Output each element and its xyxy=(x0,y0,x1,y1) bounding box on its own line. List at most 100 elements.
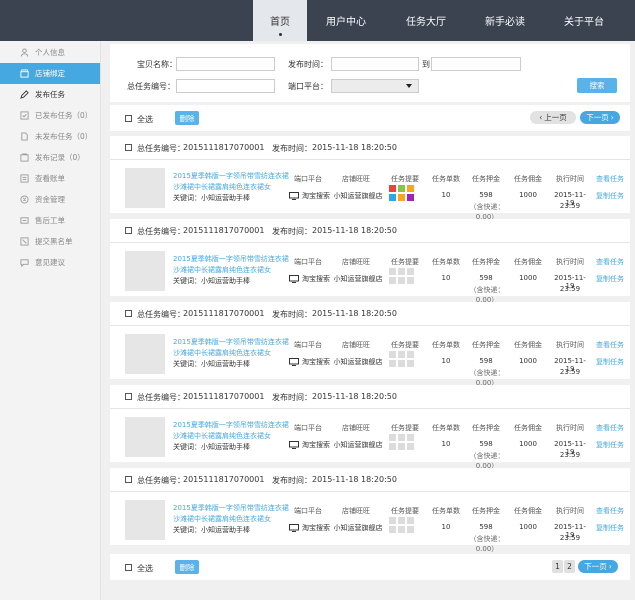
sidebar-item-feedback[interactable]: 意见建议 xyxy=(0,252,100,273)
task-checkbox[interactable] xyxy=(125,227,132,234)
col-summary-label: 任务提要 xyxy=(391,424,419,432)
store-icon xyxy=(19,69,29,78)
col-count-label: 任务单数 xyxy=(432,424,460,432)
item-name-input[interactable] xyxy=(176,57,275,71)
task-checkbox[interactable] xyxy=(125,144,132,151)
nav-about[interactable]: 关于平台 xyxy=(543,0,625,41)
to-label: 到 xyxy=(422,60,430,69)
task-summary-tags xyxy=(389,268,414,285)
sidebar: 个人信息 店铺绑定 发布任务 已发布任务（0） 未发布任务（0） 发布记录（0）… xyxy=(0,41,101,600)
col-exec-time-label: 执行时间 xyxy=(556,341,584,349)
view-task-link[interactable]: 查看任务 xyxy=(596,506,624,516)
product-thumbnail[interactable] xyxy=(125,251,165,291)
page-2-button[interactable]: 2 xyxy=(564,560,575,573)
product-title-link[interactable]: 2015夏季韩版一字领吊带雪纺连衣裙沙滩裙中长裙露肩纯色连衣裙女 xyxy=(173,171,291,193)
port-cell: 淘宝搜索 xyxy=(289,274,330,284)
sidebar-item-blacklist[interactable]: 提交黑名单 xyxy=(0,231,100,252)
task-checkbox[interactable] xyxy=(125,393,132,400)
next-page-button[interactable]: 下一页 › xyxy=(580,111,620,124)
product-title-link[interactable]: 2015夏季韩版一字领吊带雪纺连衣裙沙滩裙中长裙露肩纯色连衣裙女 xyxy=(173,254,291,276)
next-page-label: 下一页 xyxy=(584,562,607,571)
prev-page-label: 上一页 xyxy=(544,113,567,122)
task-summary-tag-icon xyxy=(407,194,414,201)
main-nav: 首页 用户中心 任务大厅 新手必读 关于平台 xyxy=(253,0,625,41)
nav-task-hall[interactable]: 任务大厅 xyxy=(385,0,467,41)
task-no-label: 总任务编号： xyxy=(137,476,185,485)
task-no-value: 2015111817070001 xyxy=(183,475,265,484)
col-count-label: 任务单数 xyxy=(432,341,460,349)
port-label: 端口平台： xyxy=(288,82,328,91)
product-thumbnail[interactable] xyxy=(125,168,165,208)
select-all-checkbox-bottom[interactable] xyxy=(125,564,132,571)
col-count-label: 任务单数 xyxy=(432,507,460,515)
shop-value: 小知运营旗舰店 xyxy=(333,524,383,532)
col-port-label: 端口平台 xyxy=(294,258,322,266)
col-commission-label: 任务佣金 xyxy=(514,424,542,432)
select-all-checkbox[interactable] xyxy=(125,115,132,122)
copy-task-link[interactable]: 复制任务 xyxy=(596,523,624,533)
task-summary-tag-icon xyxy=(389,351,396,358)
task-summary-tags xyxy=(389,517,414,534)
sidebar-item-bills[interactable]: 查看账单 xyxy=(0,168,100,189)
nav-home[interactable]: 首页 xyxy=(253,0,307,41)
col-shop-label: 店铺旺旺 xyxy=(342,258,370,266)
search-button[interactable]: 搜索 xyxy=(577,78,617,93)
task-no-label: 总任务编号： xyxy=(137,310,185,319)
port-cell: 淘宝搜索 xyxy=(289,357,330,367)
task-summary-tags xyxy=(389,434,414,451)
port-select[interactable] xyxy=(331,79,419,93)
task-summary-tag-icon xyxy=(398,194,405,201)
count-value: 10 xyxy=(441,523,451,531)
view-task-link[interactable]: 查看任务 xyxy=(596,423,624,433)
task-summary-tag-icon xyxy=(398,185,405,192)
copy-task-link[interactable]: 复制任务 xyxy=(596,357,624,367)
product-thumbnail[interactable] xyxy=(125,334,165,374)
copy-task-link[interactable]: 复制任务 xyxy=(596,274,624,284)
sidebar-item-aftersale[interactable]: 售后工单 xyxy=(0,210,100,231)
task-summary-tag-icon xyxy=(389,517,396,524)
copy-task-link[interactable]: 复制任务 xyxy=(596,440,624,450)
view-task-link[interactable]: 查看任务 xyxy=(596,340,624,350)
chevron-down-icon xyxy=(406,84,412,88)
view-task-link[interactable]: 查看任务 xyxy=(596,257,624,267)
col-count-label: 任务单数 xyxy=(432,175,460,183)
delete-button[interactable]: 删除 xyxy=(175,111,199,125)
product-title-link[interactable]: 2015夏季韩版一字领吊带雪纺连衣裙沙滩裙中长裙露肩纯色连衣裙女 xyxy=(173,503,291,525)
next-page-button-bottom[interactable]: 下一页 › xyxy=(578,560,618,573)
sidebar-item-publish-task[interactable]: 发布任务 xyxy=(0,84,100,105)
copy-task-link[interactable]: 复制任务 xyxy=(596,191,624,201)
publish-time-start-input[interactable] xyxy=(331,57,419,71)
product-thumbnail[interactable] xyxy=(125,417,165,457)
sidebar-item-store-binding[interactable]: 店铺绑定 xyxy=(0,63,100,84)
task-card-header: 总任务编号： 2015111817070001 发布时间： 2015-11-18 18… xyxy=(110,385,630,409)
sidebar-item-published[interactable]: 已发布任务（0） xyxy=(0,105,100,126)
task-checkbox[interactable] xyxy=(125,310,132,317)
nav-user-center[interactable]: 用户中心 xyxy=(307,0,385,41)
port-cell: 淘宝搜索 xyxy=(289,440,330,450)
page-1-button[interactable]: 1 xyxy=(552,560,563,573)
delete-button-bottom[interactable]: 删除 xyxy=(175,560,199,574)
product-title-link[interactable]: 2015夏季韩版一字领吊带雪纺连衣裙沙滩裙中长裙露肩纯色连衣裙女 xyxy=(173,337,291,359)
sidebar-item-funds[interactable]: 资金管理 xyxy=(0,189,100,210)
sidebar-item-profile[interactable]: 个人信息 xyxy=(0,42,100,63)
task-summary-tag-icon xyxy=(389,360,396,367)
task-summary-tag-icon xyxy=(389,526,396,533)
task-checkbox[interactable] xyxy=(125,476,132,483)
sidebar-item-records[interactable]: 发布记录（0） xyxy=(0,147,100,168)
sidebar-item-unpublished[interactable]: 未发布任务（0） xyxy=(0,126,100,147)
sidebar-item-label: 发布任务 xyxy=(35,90,65,99)
message-icon xyxy=(19,258,29,267)
sidebar-item-label: 店铺绑定 xyxy=(35,69,65,78)
nav-beginner-guide[interactable]: 新手必读 xyxy=(467,0,543,41)
task-summary-tag-icon xyxy=(407,277,414,284)
publish-time-end-input[interactable] xyxy=(431,57,521,71)
product-thumbnail[interactable] xyxy=(125,500,165,540)
file-icon xyxy=(19,132,29,141)
task-card: 总任务编号： 2015111817070001 发布时间： 2015-11-18 18… xyxy=(110,385,630,470)
product-title-link[interactable]: 2015夏季韩版一字领吊带雪纺连衣裙沙滩裙中长裙露肩纯色连衣裙女 xyxy=(173,420,291,442)
task-card: 总任务编号： 2015111817070001 发布时间： 2015-11-18 18… xyxy=(110,136,630,221)
sidebar-item-label: 售后工单 xyxy=(35,216,65,225)
view-task-link[interactable]: 查看任务 xyxy=(596,174,624,184)
prev-page-button[interactable]: ‹ 上一页 xyxy=(530,111,576,124)
task-no-input[interactable] xyxy=(176,79,275,93)
